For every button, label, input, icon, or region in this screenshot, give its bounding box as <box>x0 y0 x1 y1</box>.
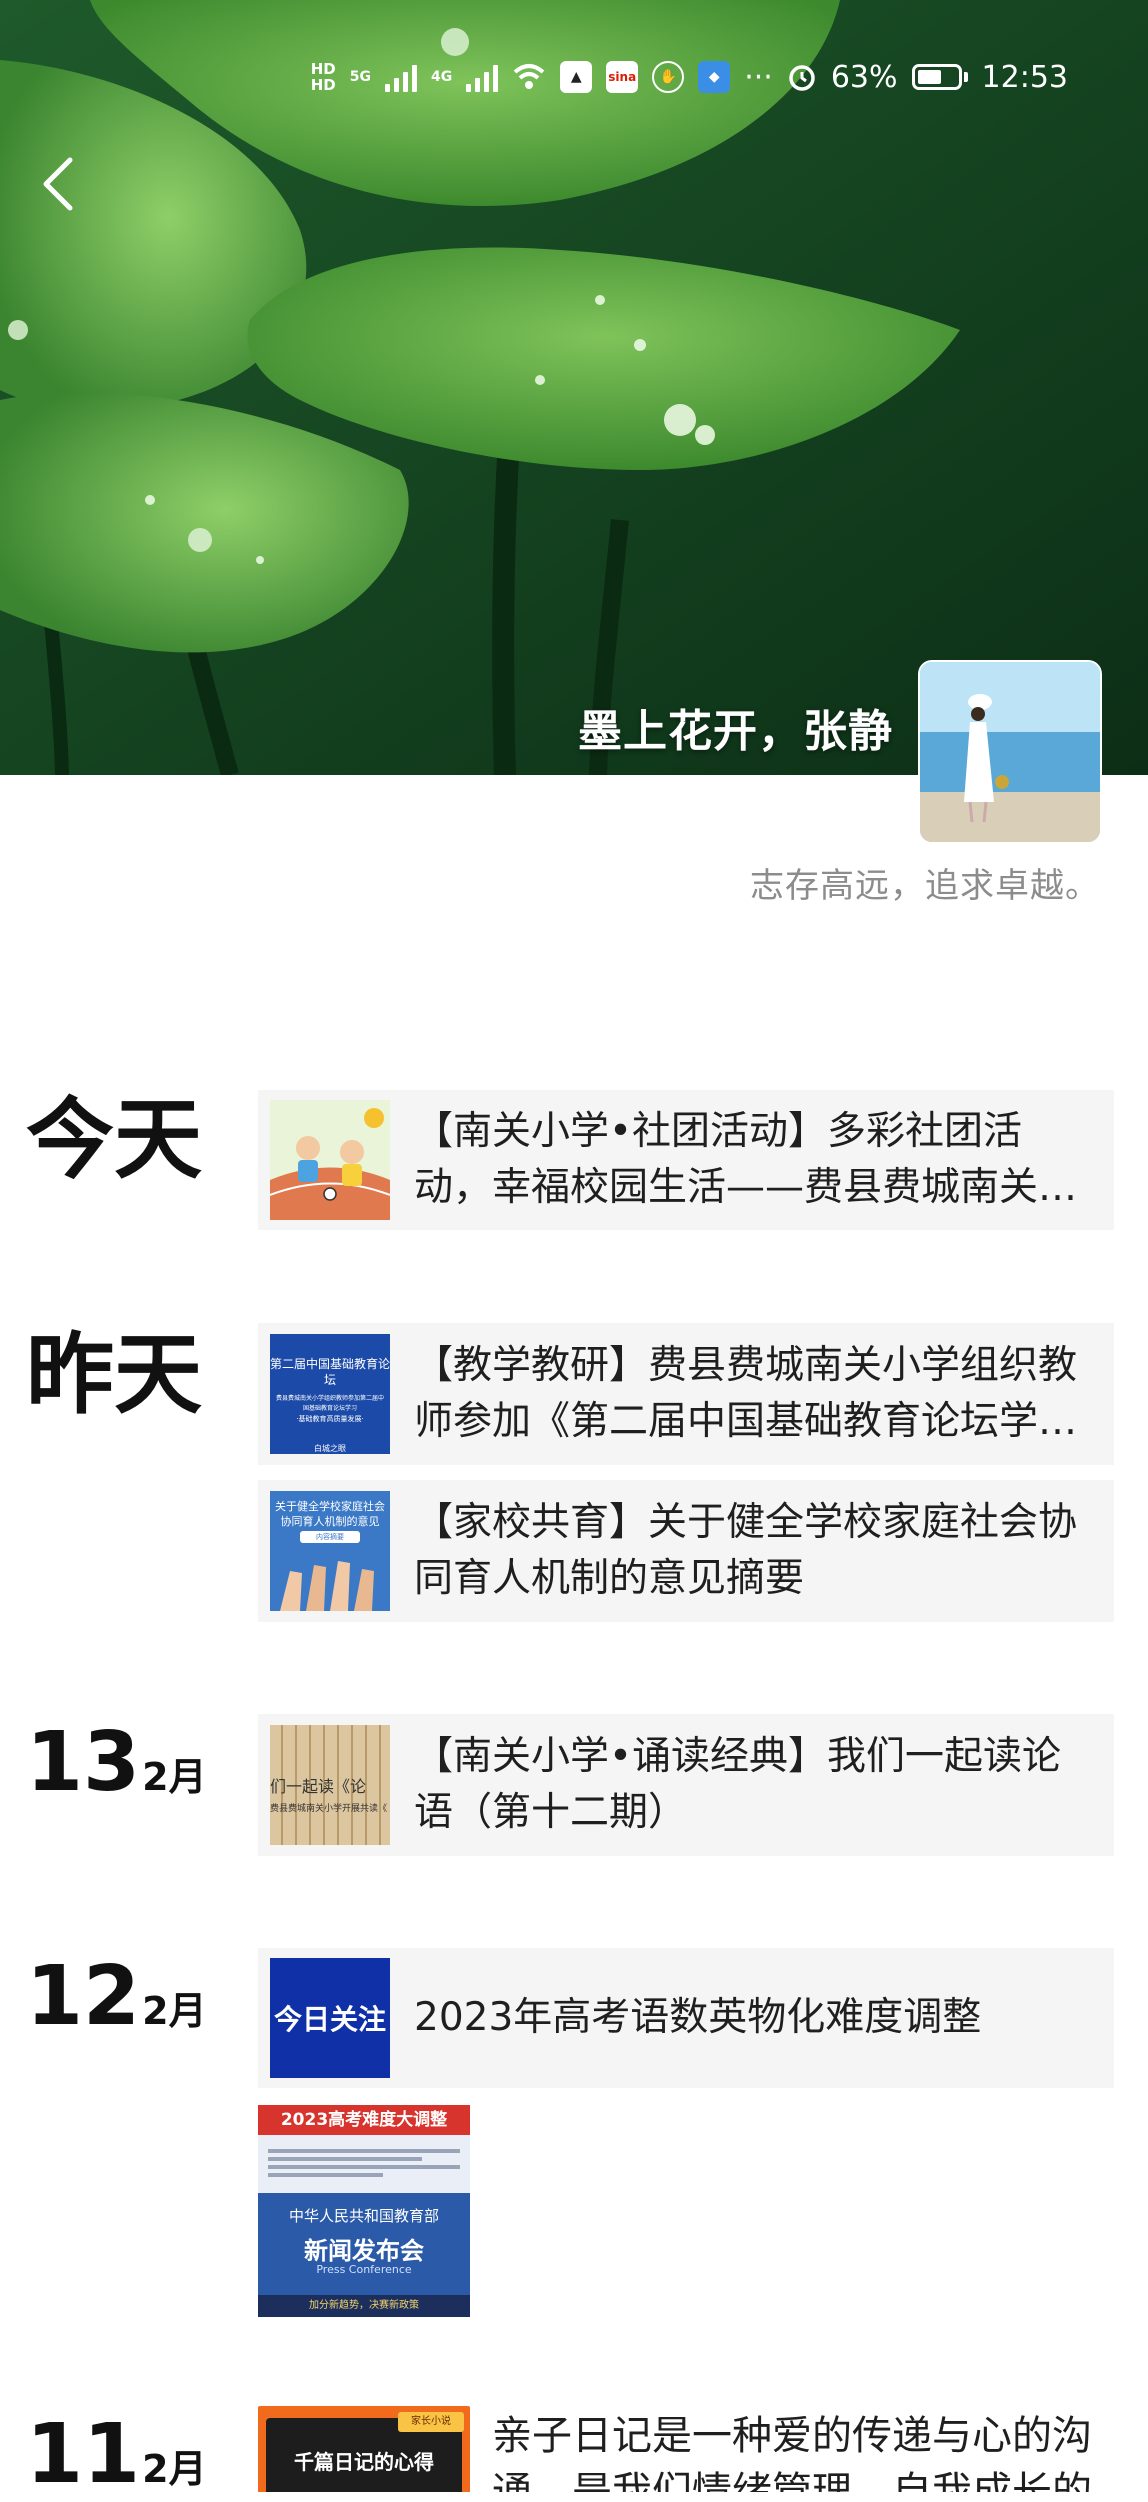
hand-app-icon: ✋ <box>652 61 685 93</box>
post-item[interactable]: 第二届中国基础教育论坛 费县费城南关小学组织教师参加第二届中国基础教育论坛学习 … <box>258 1323 1114 1465</box>
hands-image <box>280 1561 374 1611</box>
status-bar: HD HD 5G 4G ▲ sina ✋ ◆ ··· 63% 12:53 <box>311 52 1068 102</box>
thumb-title: 千篇日记的心得 <box>294 2450 434 2474</box>
date-day: 11 <box>26 2407 141 2502</box>
date-label-12: 122月 <box>26 1952 207 2042</box>
avatar-photo <box>920 662 1100 842</box>
post-thumbnail: 今日关注 <box>270 1958 390 2078</box>
post-thumbnail: 关于健全学校家庭社会 协同育人机制的意见 内容摘要 <box>270 1491 390 1611</box>
image-org: 中华人民共和国教育部 <box>288 2207 439 2225</box>
post-item[interactable]: 关于健全学校家庭社会 协同育人机制的意见 内容摘要 【家校共育】关于健全学校家庭… <box>258 1480 1114 1622</box>
date-label-11: 112月 <box>26 2410 207 2500</box>
thumb-text: 第二届中国基础教育论坛 <box>270 1357 390 1387</box>
chevron-left-icon <box>43 157 73 211</box>
back-button[interactable] <box>30 150 86 218</box>
avatar[interactable] <box>918 660 1102 844</box>
profile-name: 墨上花开，张静 <box>578 706 893 757</box>
date-day: 12 <box>26 1949 141 2044</box>
post-title: 【家校共育】关于健全学校家庭社会协同育人机制的意见摘要 <box>414 1500 1078 1601</box>
thumb-text: ·基础教育高质量发展· <box>296 1415 364 1423</box>
date-day: 13 <box>26 1715 141 1810</box>
thumb-text: 白城之眼 <box>314 1444 346 1453</box>
post-image[interactable]: 2023高考难度大调整 中华人民共和国教育部 新闻发布会 Press Confe… <box>258 2105 470 2317</box>
alarm-icon <box>789 65 815 91</box>
diary-title: 亲子日记是一种爱的传递与心的沟通，是我们情绪管理、自我成长的 <box>492 2413 1092 2492</box>
thumb-text: 们一起读《论 <box>270 1777 367 1796</box>
signal-gen-1: 5G <box>349 69 371 85</box>
post-item[interactable]: 今日关注 2023年高考语数英物化难度调整 <box>258 1948 1114 2088</box>
kids-sports-image <box>270 1100 390 1220</box>
battery-icon <box>911 64 968 90</box>
thumb-text: 费县费城南关小学组织教师参加第二届中国基础教育论坛学习 <box>275 1395 384 1412</box>
shield-app-icon: ◆ <box>698 61 731 93</box>
date-month: 2月 <box>142 2447 207 2491</box>
post-title: 2023年高考语数英物化难度调整 <box>414 1995 982 2040</box>
more-icon: ··· <box>744 59 773 95</box>
cover-image: HD HD 5G 4G ▲ sina ✋ ◆ ··· 63% 12:53 墨上花… <box>0 0 1148 775</box>
image-event: 新闻发布会 <box>304 2237 424 2265</box>
thumb-text: 关于健全学校家庭社会 <box>275 1500 385 1513</box>
post-title: 【南关小学•社团活动】多彩社团活动，幸福校园生活——费县费城南关小学社团活动 <box>414 1109 1078 1210</box>
lotus-leaf-illustration <box>0 0 1148 775</box>
hd-indicator: HD HD <box>310 60 336 94</box>
post-title: 【教学教研】费县费城南关小学组织教师参加《第二届中国基础教育论坛学习》 <box>414 1343 1078 1444</box>
post-thumbnail: 们一起读《论 费县费城南关小学开展共读《 <box>270 1725 390 1845</box>
alert-app-icon: ▲ <box>560 61 593 93</box>
post-thumbnail <box>270 1100 390 1220</box>
image-banner: 2023高考难度大调整 <box>258 2105 470 2135</box>
date-label-yesterday: 昨天 <box>26 1323 203 1426</box>
sina-app-icon: sina <box>606 61 639 93</box>
signal-2-icon <box>466 62 499 92</box>
post-title: 【南关小学•诵读经典】我们一起读论语（第十二期） <box>414 1734 1062 1835</box>
thumb-badge: 家长小说 <box>398 2412 464 2432</box>
signal-gen-2: 4G <box>431 69 453 85</box>
diary-thumbnail: 家长小说 千篇日记的心得 <box>258 2406 470 2492</box>
profile-signature: 志存高远，追求卓越。 <box>750 866 1100 906</box>
thumb-text: 协同育人机制的意见 <box>280 1515 380 1528</box>
post-thumbnail: 第二届中国基础教育论坛 费县费城南关小学组织教师参加第二届中国基础教育论坛学习 … <box>270 1334 390 1454</box>
post-item[interactable]: 们一起读《论 费县费城南关小学开展共读《 【南关小学•诵读经典】我们一起读论语（… <box>258 1714 1114 1856</box>
post-item[interactable]: 【南关小学•社团活动】多彩社团活动，幸福校园生活——费县费城南关小学社团活动 <box>258 1090 1114 1230</box>
diary-item[interactable]: 家长小说 千篇日记的心得 亲子日记是一种爱的传递与心的沟通，是我们情绪管理、自我… <box>258 2406 1114 2492</box>
status-time: 12:53 <box>981 59 1068 95</box>
date-label-today: 今天 <box>26 1088 203 1191</box>
wifi-icon <box>513 64 545 89</box>
image-bottom: 加分新趋势，决赛新政策 <box>258 2295 470 2317</box>
image-event-en: Press Conference <box>316 2263 412 2276</box>
thumb-text: 费县费城南关小学开展共读《 <box>270 1804 388 1814</box>
signal-1-icon <box>385 62 417 92</box>
date-month: 2月 <box>142 1989 207 2033</box>
battery-percent: 63% <box>830 59 898 95</box>
thumb-text: 内容摘要 <box>300 1531 360 1543</box>
date-label-13: 132月 <box>26 1718 207 1808</box>
date-month: 2月 <box>142 1755 207 1799</box>
battery-fill <box>917 70 942 84</box>
thumb-text: 今日关注 <box>273 2003 386 2036</box>
